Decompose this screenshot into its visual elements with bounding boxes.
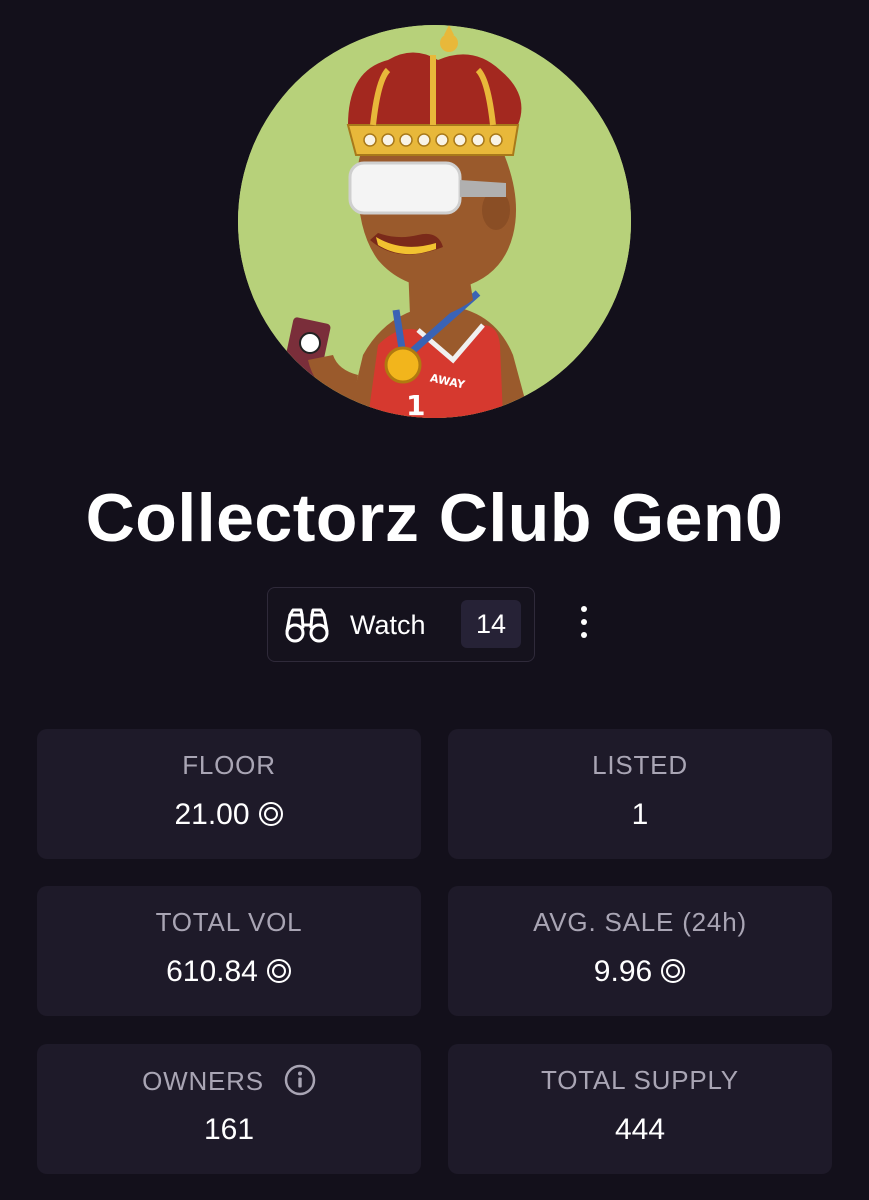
avg-sale-value: 9.96 [593, 955, 653, 988]
stat-label: TOTAL VOL [155, 907, 303, 937]
binoculars-icon [285, 608, 329, 643]
ellipsis-dot [581, 632, 587, 638]
total-vol-value: 610.84 [166, 955, 258, 988]
more-options-button[interactable] [566, 600, 602, 644]
stat-card-avg-sale: AVG. SALE (24h) 9.96 [448, 886, 832, 1016]
stat-card-owners: OWNERS 161 [37, 1044, 421, 1174]
stat-value: 444 [448, 1112, 832, 1148]
ellipsis-dot [581, 619, 587, 625]
info-icon[interactable] [284, 1064, 316, 1096]
collection-avatar: AWAY 1 [238, 25, 631, 418]
stat-label: FLOOR [182, 750, 276, 780]
stat-value: 1 [448, 797, 832, 833]
stat-label: TOTAL SUPPLY [541, 1065, 739, 1095]
owners-label: OWNERS [142, 1066, 264, 1096]
stat-card-floor: FLOOR 21.00 [37, 729, 421, 859]
floor-value: 21.00 [174, 798, 250, 831]
stat-card-total-supply: TOTAL SUPPLY 444 [448, 1044, 832, 1174]
currency-circle-icon [266, 959, 291, 983]
currency-circle-icon [258, 802, 283, 826]
stat-card-listed: LISTED 1 [448, 729, 832, 859]
stat-label: OWNERS [37, 1064, 421, 1097]
currency-circle-icon [661, 959, 686, 983]
avatar-illustration: AWAY 1 [238, 25, 631, 418]
collection-title: Collectorz Club Gen0 [85, 480, 784, 556]
total-supply-value: 444 [614, 1113, 666, 1146]
stat-label: LISTED [592, 750, 688, 780]
watch-count-badge: 14 [461, 600, 521, 648]
stat-card-total-vol: TOTAL VOL 610.84 [37, 886, 421, 1016]
stat-value: 610.84 [37, 954, 421, 990]
jersey-number: 1 [406, 389, 425, 418]
listed-value: 1 [631, 798, 649, 831]
owners-value: 161 [203, 1113, 255, 1146]
stat-label: AVG. SALE (24h) [533, 907, 747, 937]
stat-value: 9.96 [448, 954, 832, 990]
watch-label: Watch [350, 610, 426, 640]
watch-button[interactable]: Watch 14 [267, 587, 535, 662]
vertical-ellipsis-icon [581, 606, 587, 612]
stat-value: 21.00 [37, 797, 421, 833]
stat-value: 161 [37, 1112, 421, 1148]
